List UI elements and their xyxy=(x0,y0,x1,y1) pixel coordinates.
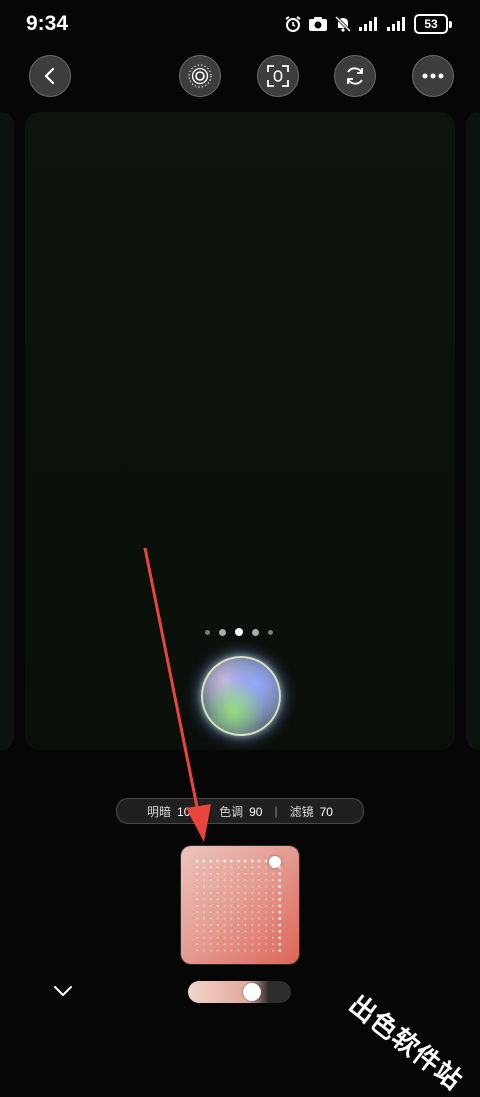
page-dot xyxy=(252,628,259,636)
next-card[interactable] xyxy=(466,112,480,750)
main-preview-card[interactable] xyxy=(25,112,455,750)
page-indicator xyxy=(205,628,273,636)
filter-item: 滤镜 70 xyxy=(290,803,333,820)
mute-icon xyxy=(334,15,352,33)
brightness-item: 明暗 100 xyxy=(147,803,197,820)
filter-value: 70 xyxy=(319,804,333,819)
hue-value: 90 xyxy=(249,804,263,819)
hue-item: 色调 90 xyxy=(219,803,262,820)
chevron-down-icon xyxy=(54,986,72,996)
back-button[interactable] xyxy=(29,55,71,97)
back-arrow-icon xyxy=(44,67,55,85)
theme-orb[interactable] xyxy=(201,656,281,736)
intensity-slider[interactable] xyxy=(188,981,291,1003)
focus-frame-button[interactable] xyxy=(257,55,299,97)
focus-frame-icon xyxy=(267,65,289,87)
filter-label: 滤镜 xyxy=(289,804,314,819)
battery-icon: 53 xyxy=(414,14,452,34)
collapse-button[interactable] xyxy=(50,980,76,1002)
signal-icon xyxy=(387,17,405,31)
grid-dots xyxy=(195,859,282,952)
battery-level: 53 xyxy=(414,14,448,34)
page-dot-active xyxy=(235,628,243,636)
signal-icon xyxy=(359,17,377,31)
alarm-icon xyxy=(285,16,301,32)
more-icon xyxy=(422,73,444,79)
ripple-button[interactable] xyxy=(179,55,221,97)
ripple-icon xyxy=(188,64,212,88)
slider-knob[interactable] xyxy=(243,983,261,1001)
hue-label: 色调 xyxy=(219,804,244,819)
refresh-icon xyxy=(347,67,363,85)
color-picker-handle[interactable] xyxy=(269,856,281,868)
more-button[interactable] xyxy=(412,55,454,97)
watermark: 出色软件站 xyxy=(343,988,469,1096)
page-dot xyxy=(219,628,226,636)
previous-card[interactable] xyxy=(0,112,14,750)
camera-icon xyxy=(309,17,327,31)
separator: | xyxy=(274,804,278,818)
status-time: 9:34 xyxy=(26,12,69,35)
page-dot xyxy=(205,629,210,635)
brightness-value: 100 xyxy=(177,804,198,819)
adjustment-summary: 明暗 100 色调 90 | 滤镜 70 xyxy=(116,798,364,824)
refresh-button[interactable] xyxy=(334,55,376,97)
brightness-label: 明暗 xyxy=(147,804,172,819)
status-icons: 53 xyxy=(284,14,452,34)
page-dot xyxy=(268,629,273,635)
color-picker-pad[interactable] xyxy=(181,846,299,964)
